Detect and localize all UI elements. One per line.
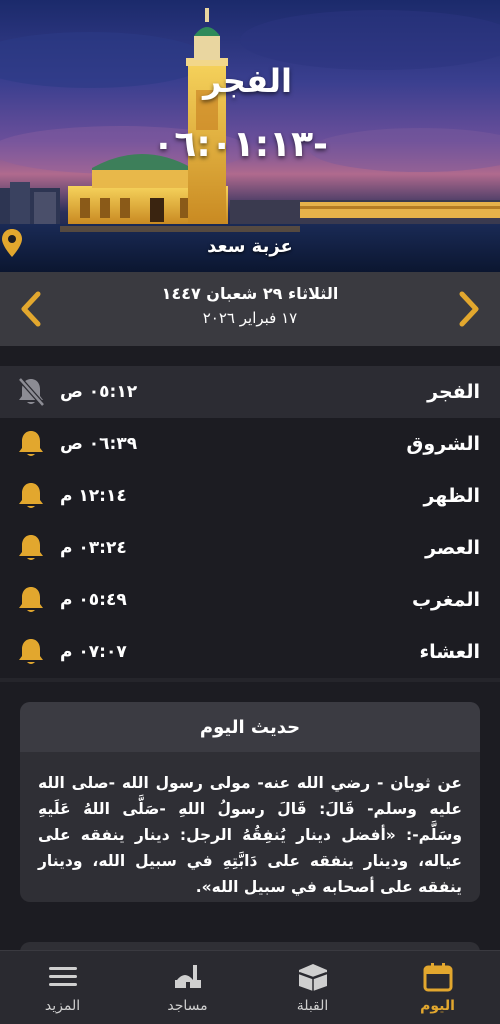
location-label: عزبة سعد [207, 235, 293, 257]
prayer-countdown: -٠٦:٠١:١٣ [152, 124, 328, 165]
prayer-row-sunrise[interactable]: ٠٦:٣٩ ص الشروق [0, 418, 500, 470]
prayer-times-list: ٠٥:١٢ ص الفجر ٠٦:٣٩ ص الشروق ١٢:١٤ م الظ… [0, 366, 500, 678]
date-bar: الثلاثاء ٢٩ شعبان ١٤٤٧ ١٧ فبراير ٢٠٢٦ [0, 272, 500, 346]
prayer-time-group: ١٢:١٤ م [16, 480, 127, 512]
nav-today[interactable]: اليوم [375, 951, 500, 1024]
bell-icon[interactable] [16, 480, 46, 512]
prayer-time: ٠٧:٠٧ م [60, 642, 127, 662]
nav-label: القبلة [296, 997, 329, 1014]
prayer-time: ٠٥:٤٩ م [60, 590, 127, 610]
prayer-time: ٠٥:١٢ ص [60, 382, 138, 402]
prayer-time-group: ٠٣:٢٤ م [16, 532, 127, 564]
prayer-time: ١٢:١٤ م [60, 486, 127, 506]
bell-icon[interactable] [16, 636, 46, 668]
nav-label: مساجد [167, 997, 208, 1014]
hadith-title: حديث اليوم [20, 702, 480, 752]
prayer-time-group: ٠٦:٣٩ ص [16, 428, 137, 460]
location-pin-icon [2, 229, 22, 257]
prayer-row-asr[interactable]: ٠٣:٢٤ م العصر [0, 522, 500, 574]
prayer-time: ٠٦:٣٩ ص [60, 434, 138, 454]
bell-icon[interactable] [16, 428, 46, 460]
location-selector[interactable]: عزبة سعد [0, 228, 500, 264]
hijri-date: الثلاثاء ٢٩ شعبان ١٤٤٧ [161, 284, 339, 303]
nav-label: اليوم [420, 997, 455, 1014]
kaaba-icon [298, 963, 327, 991]
prayer-name: المغرب [411, 589, 480, 611]
prayer-name: العصر [425, 537, 480, 559]
prayer-name: العشاء [419, 641, 480, 663]
next-day-arrow-icon[interactable] [452, 290, 486, 328]
prayer-row-maghrib[interactable]: ٠٥:٤٩ م المغرب [0, 574, 500, 626]
mosque-icon [174, 964, 201, 988]
prayer-time-group: ٠٧:٠٧ م [16, 636, 127, 668]
prayer-time-group: ٠٥:١٢ ص [16, 376, 137, 408]
prayer-time: ٠٣:٢٤ م [60, 538, 127, 558]
prayer-name: الشروق [406, 433, 480, 455]
menu-icon [48, 966, 77, 986]
prayer-name: الظهر [423, 485, 480, 507]
hadith-text: عن ثوبان - رضي الله عنه- مولى رسول الله … [38, 774, 462, 896]
nav-more[interactable]: المزيد [0, 951, 125, 1024]
next-prayer-name: الفجر [203, 62, 292, 100]
prayer-name: الفجر [427, 381, 480, 403]
nav-qibla[interactable]: القبلة [250, 951, 375, 1024]
bell-icon[interactable] [16, 584, 46, 616]
hero-banner: الفجر -٠٦:٠١:١٣ عزبة سعد [0, 0, 500, 272]
nav-mosques[interactable]: مساجد [125, 951, 250, 1024]
date-display: الثلاثاء ٢٩ شعبان ١٤٤٧ ١٧ فبراير ٢٠٢٦ [0, 284, 500, 327]
bell-icon[interactable] [16, 532, 46, 564]
gregorian-date: ١٧ فبراير ٢٠٢٦ [202, 309, 298, 327]
hadith-of-the-day-card: حديث اليوم عن ثوبان - رضي الله عنه- مولى… [20, 702, 480, 902]
prayer-row-fajr[interactable]: ٠٥:١٢ ص الفجر [0, 366, 500, 418]
calendar-icon [423, 962, 452, 991]
prayer-row-isha[interactable]: ٠٧:٠٧ م العشاء [0, 626, 500, 678]
prayer-row-dhuhr[interactable]: ١٢:١٤ م الظهر [0, 470, 500, 522]
bottom-navigation: المزيد مساجد القبلة اليوم [0, 950, 500, 1024]
nav-label: المزيد [44, 997, 81, 1014]
prayer-time-group: ٠٥:٤٩ م [16, 584, 127, 616]
bell-muted-icon[interactable] [16, 376, 46, 408]
